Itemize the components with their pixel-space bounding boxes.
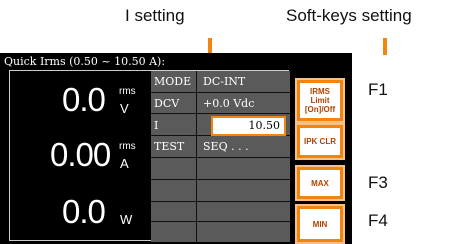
current-value: 0.00 <box>50 136 111 173</box>
test-value: SEQ . . . <box>203 140 249 153</box>
f1-softkey-irms-limit[interactable]: IRMS Limit [On]/Off <box>295 78 345 123</box>
f3-label: F3 <box>368 173 388 192</box>
prompt-title: Quick Irms (0.50 ~ 10.50 A): <box>4 55 166 68</box>
f4-softkey-min[interactable]: MIN <box>295 204 345 244</box>
voltage-unit: V <box>120 101 129 116</box>
f3-label: MAX <box>300 170 340 196</box>
dcv-value: +0.0 Vdc <box>203 97 255 110</box>
softkeys-setting-callout: Soft-keys setting <box>286 6 412 25</box>
f1-label: F1 <box>368 80 388 99</box>
power-value: 0.0 <box>62 193 106 230</box>
current-unit: A <box>120 156 129 171</box>
measurement-area: 0.0 rms V 0.00 rms A 0.0 W MODE DC-INT D… <box>9 70 290 242</box>
row-divider <box>151 92 290 93</box>
row-divider <box>151 179 290 180</box>
softkey-panel: IRMS Limit [On]/Off IPK CLR MAX MIN <box>290 53 352 244</box>
i-setting-input[interactable]: 10.50 <box>211 116 286 136</box>
power-unit: W <box>120 212 133 227</box>
mode-label: MODE <box>154 75 192 88</box>
row-divider <box>151 201 290 202</box>
row-divider <box>151 157 290 158</box>
instrument-screen: Quick Irms (0.50 ~ 10.50 A): 0.0 rms V 0… <box>0 53 352 244</box>
f3-softkey-max[interactable]: MAX <box>295 165 345 201</box>
dcv-label: DCV <box>154 97 180 110</box>
voltage-rms-label: rms <box>119 86 136 97</box>
i-setting-callout: I setting <box>125 6 185 25</box>
current-rms-label: rms <box>119 141 136 152</box>
softkeys-pointer-line <box>383 38 387 55</box>
parameter-table: MODE DC-INT DCV +0.0 Vdc I 10.50 TEST SE… <box>151 71 290 242</box>
f2-softkey-ipk-clr[interactable]: IPK CLR <box>295 123 345 160</box>
f1-line-1: IRMS <box>310 87 330 96</box>
f4-label: F4 <box>368 211 388 230</box>
mode-value: DC-INT <box>203 75 246 88</box>
row-divider <box>151 113 290 114</box>
f2-label: IPK CLR <box>300 128 340 155</box>
row-divider <box>151 221 290 222</box>
i-label: I <box>154 119 159 132</box>
voltage-value: 0.0 <box>62 81 106 118</box>
test-label: TEST <box>154 140 185 153</box>
f1-softkey-face: IRMS Limit [On]/Off <box>300 83 340 118</box>
f1-line-2: Limit <box>310 96 330 105</box>
f1-line-3: [On]/Off <box>304 105 336 114</box>
f4-label: MIN <box>300 209 340 239</box>
